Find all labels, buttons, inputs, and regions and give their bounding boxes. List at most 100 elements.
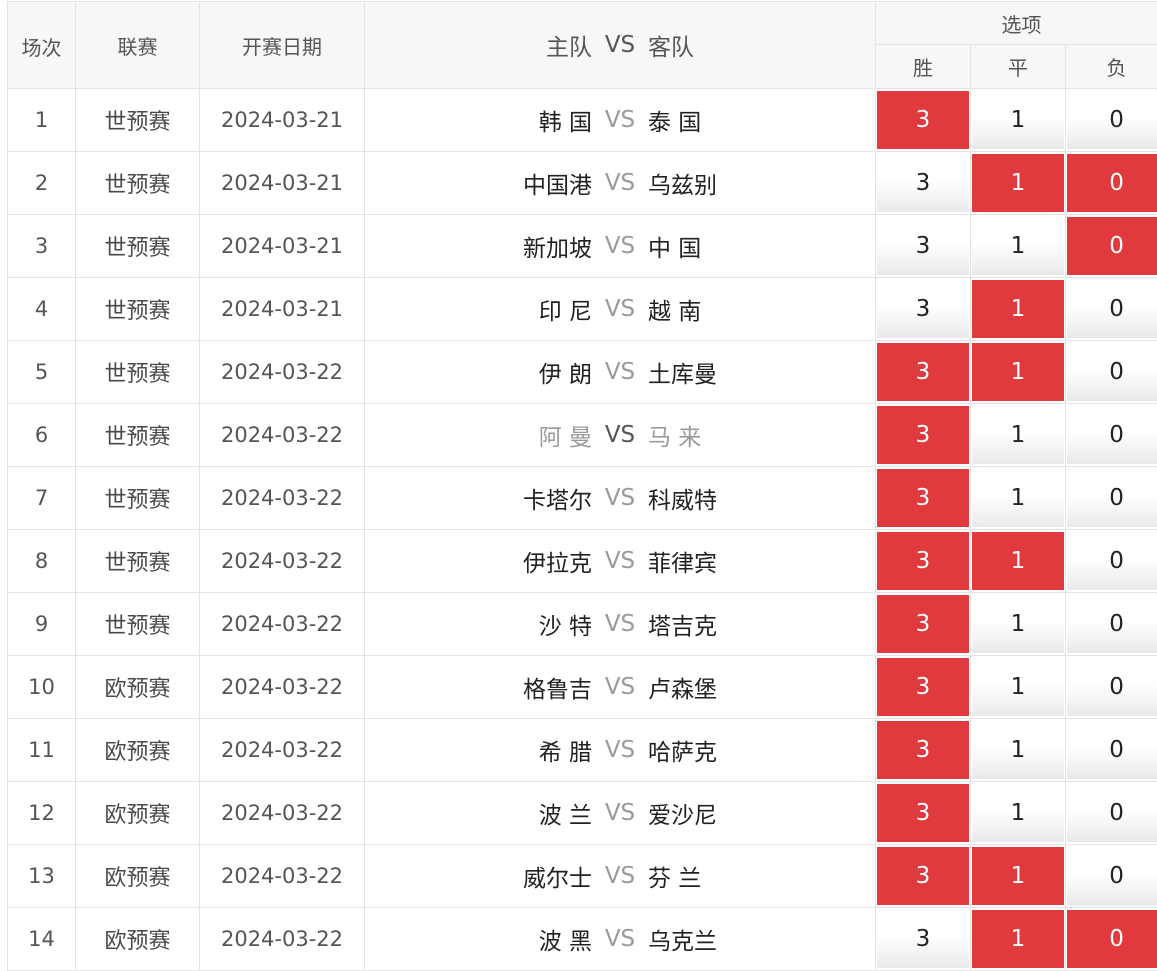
match-row: 8 世预赛 2024-03-22 伊拉克 VS 菲律宾 3 1 0	[8, 530, 1157, 593]
match-list: 1 世预赛 2024-03-21 韩 国 VS 泰 国 3 1 0 2 世预赛 …	[8, 89, 1157, 971]
match-num: 10	[8, 656, 76, 719]
option-lose-button[interactable]: 0	[1067, 469, 1157, 527]
match-num: 1	[8, 89, 76, 152]
header-options: 选项	[876, 2, 1157, 45]
option-draw-button[interactable]: 1	[972, 154, 1064, 212]
vs-label: VS	[592, 674, 648, 700]
option-lose-button[interactable]: 0	[1067, 154, 1157, 212]
match-num: 2	[8, 152, 76, 215]
option-draw-button[interactable]: 1	[972, 343, 1064, 401]
option-win-button[interactable]: 3	[877, 406, 969, 464]
away-team: 芬 兰	[648, 859, 848, 893]
option-draw-button[interactable]: 1	[972, 532, 1064, 590]
vs-label: VS	[592, 233, 648, 259]
option-win-button[interactable]: 3	[877, 343, 969, 401]
match-teams: 波 黑 VS 乌克兰	[365, 908, 876, 971]
option-lose-button[interactable]: 0	[1067, 910, 1157, 968]
match-date: 2024-03-22	[200, 656, 365, 719]
header-win: 胜	[876, 45, 971, 89]
away-team: 越 南	[648, 292, 848, 326]
option-win-button[interactable]: 3	[877, 469, 969, 527]
option-win-button[interactable]: 3	[877, 910, 969, 968]
match-num: 12	[8, 782, 76, 845]
match-row: 3 世预赛 2024-03-21 新加坡 VS 中 国 3 1 0	[8, 215, 1157, 278]
option-win-button[interactable]: 3	[877, 217, 969, 275]
home-team: 伊拉克	[392, 544, 592, 578]
home-team: 印 尼	[392, 292, 592, 326]
match-row: 14 欧预赛 2024-03-22 波 黑 VS 乌克兰 3 1 0	[8, 908, 1157, 971]
header-draw: 平	[971, 45, 1066, 89]
option-draw-button[interactable]: 1	[972, 658, 1064, 716]
home-team: 韩 国	[392, 103, 592, 137]
option-draw-button[interactable]: 1	[972, 406, 1064, 464]
option-win-button[interactable]: 3	[877, 532, 969, 590]
option-draw-button[interactable]: 1	[972, 91, 1064, 149]
match-league: 欧预赛	[76, 656, 200, 719]
match-teams: 卡塔尔 VS 科威特	[365, 467, 876, 530]
option-win-button[interactable]: 3	[877, 154, 969, 212]
home-team: 格鲁吉	[392, 670, 592, 704]
option-win-button[interactable]: 3	[877, 280, 969, 338]
match-date: 2024-03-22	[200, 782, 365, 845]
home-team: 新加坡	[392, 229, 592, 263]
away-team: 土库曼	[648, 355, 848, 389]
match-num: 8	[8, 530, 76, 593]
option-lose-button[interactable]: 0	[1067, 847, 1157, 905]
option-lose-button[interactable]: 0	[1067, 406, 1157, 464]
option-win-button[interactable]: 3	[877, 91, 969, 149]
match-date: 2024-03-21	[200, 278, 365, 341]
option-win-button[interactable]: 3	[877, 595, 969, 653]
vs-label: VS	[592, 611, 648, 637]
match-league: 世预赛	[76, 215, 200, 278]
match-row: 4 世预赛 2024-03-21 印 尼 VS 越 南 3 1 0	[8, 278, 1157, 341]
match-num: 4	[8, 278, 76, 341]
option-draw-button[interactable]: 1	[972, 280, 1064, 338]
option-draw-button[interactable]: 1	[972, 910, 1064, 968]
option-lose-button[interactable]: 0	[1067, 658, 1157, 716]
match-num: 13	[8, 845, 76, 908]
match-teams: 中国港 VS 乌兹别	[365, 152, 876, 215]
header-num: 场次	[8, 2, 76, 89]
option-lose-button[interactable]: 0	[1067, 91, 1157, 149]
match-num: 3	[8, 215, 76, 278]
option-lose-button[interactable]: 0	[1067, 784, 1157, 842]
away-team: 马 来	[648, 418, 848, 452]
match-row: 7 世预赛 2024-03-22 卡塔尔 VS 科威特 3 1 0	[8, 467, 1157, 530]
match-league: 欧预赛	[76, 782, 200, 845]
option-draw-button[interactable]: 1	[972, 847, 1064, 905]
option-lose-button[interactable]: 0	[1067, 280, 1157, 338]
match-table: 场次 联赛 开赛日期 主队 VS 客队 选项 胜 平 负 1 世预赛 2024-…	[7, 1, 1157, 971]
option-lose-button[interactable]: 0	[1067, 343, 1157, 401]
match-league: 世预赛	[76, 404, 200, 467]
match-teams: 韩 国 VS 泰 国	[365, 89, 876, 152]
option-win-button[interactable]: 3	[877, 784, 969, 842]
match-league: 世预赛	[76, 89, 200, 152]
away-team: 中 国	[648, 229, 848, 263]
option-draw-button[interactable]: 1	[972, 721, 1064, 779]
home-team: 希 腊	[392, 733, 592, 767]
match-league: 欧预赛	[76, 908, 200, 971]
away-team: 卢森堡	[648, 670, 848, 704]
match-row: 11 欧预赛 2024-03-22 希 腊 VS 哈萨克 3 1 0	[8, 719, 1157, 782]
vs-label: VS	[592, 296, 648, 322]
match-date: 2024-03-22	[200, 341, 365, 404]
match-date: 2024-03-22	[200, 467, 365, 530]
match-row: 13 欧预赛 2024-03-22 威尔士 VS 芬 兰 3 1 0	[8, 845, 1157, 908]
option-lose-button[interactable]: 0	[1067, 721, 1157, 779]
option-win-button[interactable]: 3	[877, 847, 969, 905]
option-draw-button[interactable]: 1	[972, 469, 1064, 527]
match-date: 2024-03-22	[200, 908, 365, 971]
option-draw-button[interactable]: 1	[972, 217, 1064, 275]
away-team: 泰 国	[648, 103, 848, 137]
option-draw-button[interactable]: 1	[972, 784, 1064, 842]
option-win-button[interactable]: 3	[877, 658, 969, 716]
option-lose-button[interactable]: 0	[1067, 532, 1157, 590]
option-draw-button[interactable]: 1	[972, 595, 1064, 653]
away-team: 哈萨克	[648, 733, 848, 767]
header-home-team: 主队	[392, 28, 592, 62]
option-win-button[interactable]: 3	[877, 721, 969, 779]
option-lose-button[interactable]: 0	[1067, 217, 1157, 275]
match-row: 10 欧预赛 2024-03-22 格鲁吉 VS 卢森堡 3 1 0	[8, 656, 1157, 719]
match-date: 2024-03-21	[200, 152, 365, 215]
option-lose-button[interactable]: 0	[1067, 595, 1157, 653]
